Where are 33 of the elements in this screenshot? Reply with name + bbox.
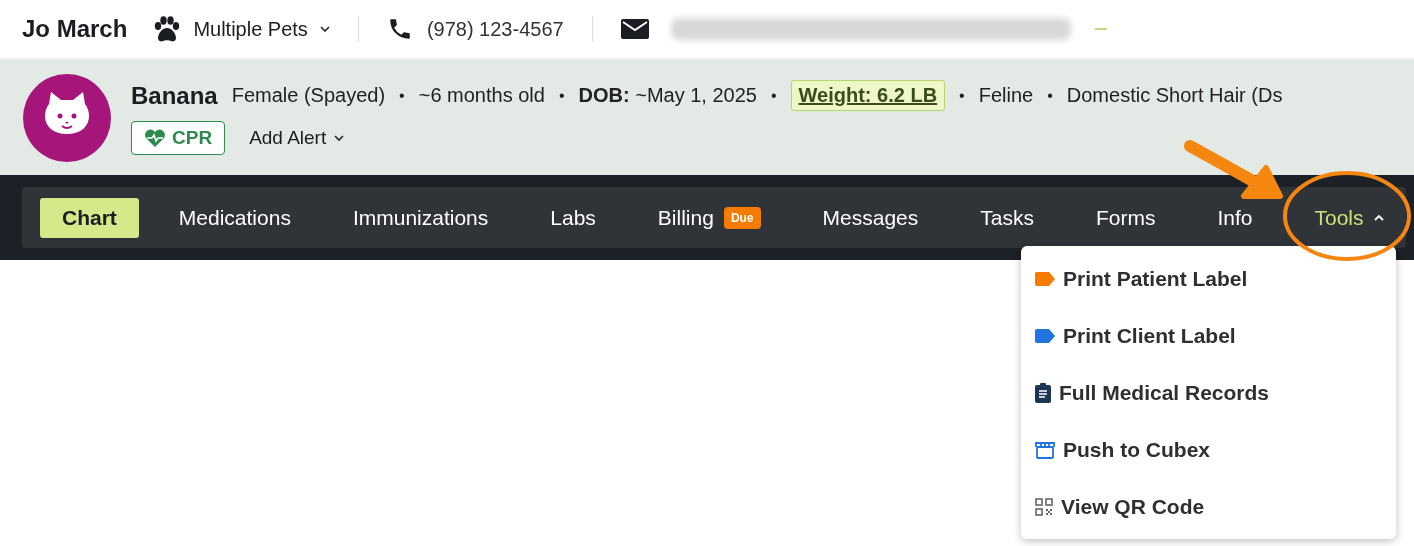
add-alert-dropdown[interactable]: Add Alert: [249, 127, 345, 149]
bullet-separator: •: [959, 86, 965, 105]
patient-detail: ~6 months old: [418, 84, 545, 107]
nav-tab[interactable]: Info: [1195, 197, 1275, 238]
nav-tab[interactable]: Chart: [40, 197, 139, 238]
nav-tab[interactable]: Medications: [156, 197, 313, 238]
patient-name: Banana: [131, 81, 218, 110]
patient-detail: Domestic Short Hair (Ds: [1066, 84, 1283, 107]
phone-number: (978) 123-4567: [426, 17, 564, 41]
bullet-separator: •: [1047, 86, 1053, 105]
due-badge: Due: [723, 206, 761, 229]
client-name: Jo March: [22, 15, 128, 43]
pets-dropdown[interactable]: Multiple Pets: [153, 16, 330, 42]
bullet-separator: •: [770, 86, 777, 105]
bullet-separator: •: [558, 86, 565, 105]
nav-tab[interactable]: Billing Due: [635, 197, 783, 238]
nav-tab[interactable]: Tasks: [958, 197, 1056, 238]
patient-detail: DOB: ~May 1, 2025: [578, 84, 757, 107]
menu-item[interactable]: Print Client Label: [1021, 307, 1396, 364]
menu-item[interactable]: Push to Cubex: [1021, 421, 1396, 478]
nav-tab[interactable]: Messages: [800, 197, 941, 238]
cpr-button[interactable]: CPR: [131, 121, 226, 155]
patient-detail: Female (Spayed): [231, 84, 386, 107]
nav-tab[interactable]: Labs: [528, 197, 618, 238]
tools-dropdown-tab[interactable]: Tools: [1292, 197, 1406, 238]
nav-tab[interactable]: Forms: [1073, 197, 1178, 238]
menu-item[interactable]: Print Patient Label: [1021, 250, 1396, 307]
bullet-separator: •: [399, 86, 405, 105]
weight-badge[interactable]: Weight: 6.2 LB: [790, 80, 946, 111]
menu-item[interactable]: View QR Code: [1021, 478, 1396, 535]
menu-item[interactable]: Full Medical Records: [1021, 364, 1396, 421]
nav-tab[interactable]: Immunizations: [330, 197, 511, 238]
patient-detail: Feline: [978, 84, 1034, 107]
